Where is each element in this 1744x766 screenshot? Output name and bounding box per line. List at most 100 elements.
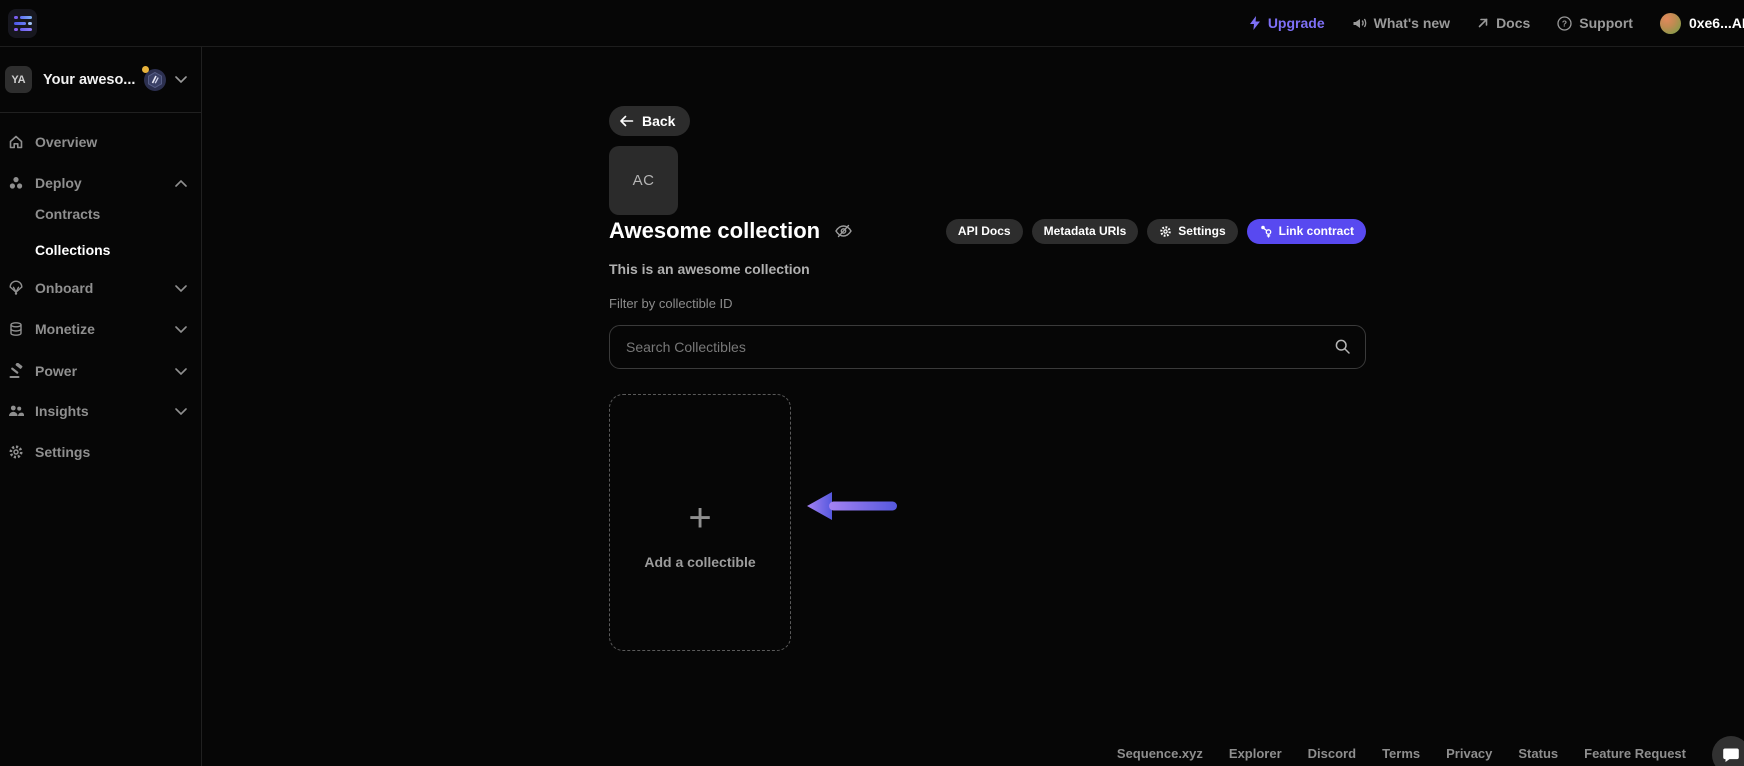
sidebar-item-monetize[interactable]: Monetize (0, 315, 201, 343)
sidebar-item-contracts[interactable]: Contracts (0, 200, 201, 228)
metadata-uris-label: Metadata URIs (1044, 224, 1127, 238)
wallet-avatar (1660, 13, 1681, 34)
sidebar-item-label: Collections (35, 242, 187, 258)
footer: Sequence.xyz Explorer Discord Terms Priv… (1117, 746, 1686, 761)
back-label: Back (642, 113, 675, 129)
users-icon (7, 403, 25, 419)
sidebar-item-label: Settings (35, 444, 187, 460)
wallet-address: 0xe6...AB (1689, 15, 1744, 31)
sidebar-item-collections[interactable]: Collections (0, 236, 201, 264)
logo-bar (20, 28, 32, 32)
sidebar-item-label: Contracts (35, 206, 187, 222)
link-contract-icon (1259, 224, 1273, 238)
docs-label: Docs (1496, 15, 1530, 31)
parachute-icon (7, 280, 25, 296)
sidebar-nav: Overview Deploy Contracts Collections (0, 113, 201, 466)
footer-link-sequence[interactable]: Sequence.xyz (1117, 746, 1203, 761)
collection-actions: API Docs Metadata URIs Settings (946, 219, 1366, 244)
add-collectible-label: Add a collectible (644, 554, 755, 570)
title-row: Awesome collection API Docs Metadata URI… (609, 218, 1366, 244)
sidebar-item-overview[interactable]: Overview (0, 128, 201, 156)
plus-icon: + (688, 498, 711, 538)
footer-link-explorer[interactable]: Explorer (1229, 746, 1282, 761)
sidebar-item-insights[interactable]: Insights (0, 397, 201, 425)
chevron-down-icon (175, 408, 187, 415)
org-plan-badge-icon (144, 69, 166, 91)
search-icon (1334, 338, 1351, 355)
sidebar: YA Your aweso... Overview (0, 47, 202, 766)
eye-off-icon[interactable] (834, 223, 853, 239)
upgrade-label: Upgrade (1268, 15, 1325, 31)
page-title: Awesome collection (609, 218, 820, 244)
sidebar-item-label: Monetize (35, 321, 175, 337)
api-docs-label: API Docs (958, 224, 1011, 238)
arrow-left-icon (620, 115, 634, 127)
settings-button[interactable]: Settings (1147, 219, 1237, 244)
chat-widget-button[interactable] (1712, 736, 1744, 766)
gavel-icon (7, 363, 25, 379)
topbar: Upgrade What's new Docs (0, 0, 1744, 47)
coins-icon (7, 321, 25, 337)
support-button[interactable]: ? Support (1557, 15, 1633, 31)
chat-bubble-icon (1722, 746, 1740, 764)
docs-link[interactable]: Docs (1477, 15, 1530, 31)
question-circle-icon: ? (1557, 16, 1572, 31)
chevron-down-icon (175, 368, 187, 375)
logo-bar (20, 16, 32, 20)
logo-bar (14, 22, 26, 26)
collection-avatar: AC (609, 146, 678, 215)
gear-icon (7, 444, 25, 460)
home-icon (7, 134, 25, 150)
notification-dot (142, 66, 149, 73)
search-wrap (609, 325, 1366, 369)
sidebar-item-label: Deploy (35, 175, 175, 191)
link-contract-label: Link contract (1279, 224, 1354, 238)
org-switcher[interactable]: YA Your aweso... (0, 47, 201, 113)
metadata-uris-button[interactable]: Metadata URIs (1032, 219, 1139, 244)
svg-text:?: ? (1562, 18, 1567, 28)
deploy-icon (7, 175, 25, 191)
chevron-down-icon (175, 76, 187, 83)
logo-dot (14, 16, 18, 20)
sidebar-item-power[interactable]: Power (0, 357, 201, 385)
collection-description: This is an awesome collection (609, 261, 810, 277)
settings-label: Settings (1178, 224, 1225, 238)
org-name: Your aweso... (43, 72, 144, 88)
pointer-arrow-graphic (807, 490, 899, 527)
search-input[interactable] (609, 325, 1366, 369)
lightning-icon (1249, 16, 1261, 30)
sidebar-item-label: Power (35, 363, 175, 379)
wallet-menu[interactable]: 0xe6...AB (1660, 13, 1744, 34)
sidebar-item-onboard[interactable]: Onboard (0, 274, 201, 302)
topbar-nav: Upgrade What's new Docs (1249, 13, 1744, 34)
support-label: Support (1579, 15, 1633, 31)
filter-label: Filter by collectible ID (609, 296, 733, 311)
chevron-down-icon (175, 285, 187, 292)
footer-link-status[interactable]: Status (1518, 746, 1558, 761)
sidebar-item-label: Onboard (35, 280, 175, 296)
upgrade-button[interactable]: Upgrade (1249, 15, 1325, 31)
arrow-up-right-icon (1477, 17, 1489, 29)
logo-dot (28, 22, 32, 26)
megaphone-icon (1352, 16, 1367, 30)
footer-link-feature-request[interactable]: Feature Request (1584, 746, 1686, 761)
add-collectible-card[interactable]: + Add a collectible (609, 394, 791, 651)
sidebar-item-deploy[interactable]: Deploy (0, 169, 201, 197)
org-avatar: YA (5, 66, 32, 93)
chevron-up-icon (175, 180, 187, 187)
whats-new-label: What's new (1374, 15, 1450, 31)
sidebar-item-label: Overview (35, 134, 187, 150)
api-docs-button[interactable]: API Docs (946, 219, 1023, 244)
footer-link-discord[interactable]: Discord (1308, 746, 1356, 761)
footer-link-terms[interactable]: Terms (1382, 746, 1420, 761)
footer-link-privacy[interactable]: Privacy (1446, 746, 1492, 761)
back-button[interactable]: Back (609, 106, 690, 136)
whats-new-button[interactable]: What's new (1352, 15, 1450, 31)
sidebar-item-settings[interactable]: Settings (0, 438, 201, 466)
chevron-down-icon (175, 326, 187, 333)
logo-dot (14, 28, 18, 32)
sequence-logo-icon[interactable] (8, 9, 37, 38)
gear-icon (1159, 225, 1172, 238)
sidebar-item-label: Insights (35, 403, 175, 419)
link-contract-button[interactable]: Link contract (1247, 219, 1366, 244)
